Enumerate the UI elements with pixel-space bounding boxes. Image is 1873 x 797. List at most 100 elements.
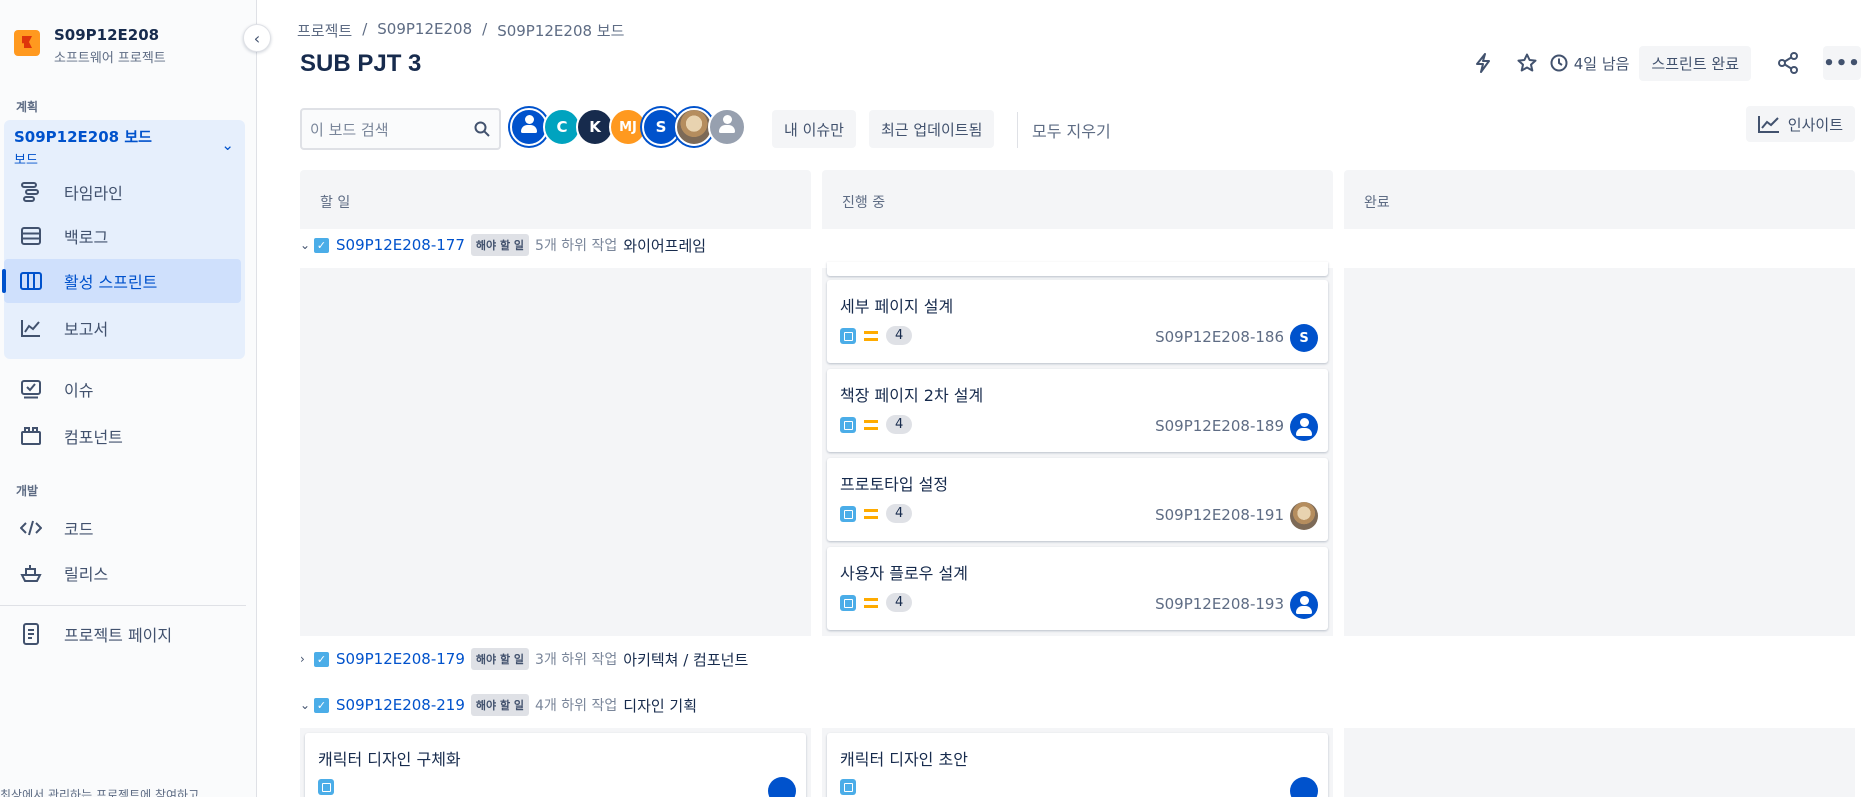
project-header[interactable]: S09P12E208 소프트웨어 프로젝트 xyxy=(14,26,166,66)
clear-filters-button[interactable]: 모두 지우기 xyxy=(1032,118,1111,142)
search-placeholder: 이 보드 검색 xyxy=(310,120,389,139)
priority-medium-icon xyxy=(864,508,878,519)
card-title: 사용자 플로우 설계 xyxy=(840,564,968,583)
reports-icon xyxy=(18,317,44,339)
chart-trend-icon xyxy=(1757,116,1779,133)
page-icon xyxy=(18,623,44,645)
issue-key[interactable]: S09P12E208-186 xyxy=(1155,328,1284,346)
board-search-input[interactable]: 이 보드 검색 xyxy=(300,108,501,150)
issue-key[interactable]: S09P12E208-189 xyxy=(1155,417,1284,435)
swimlane-header[interactable]: › ✓ S09P12E208-179 해야 할 일 3개 하위 작업 아키텍쳐 … xyxy=(300,647,748,671)
sidebar-item-backlog[interactable]: 백로그 xyxy=(4,214,241,258)
project-logo-icon xyxy=(14,30,40,56)
status-badge: 해야 할 일 xyxy=(470,648,530,670)
sidebar-item-active-sprint[interactable]: 활성 스프린트 xyxy=(2,259,241,303)
chevron-down-icon[interactable]: ⌄ xyxy=(300,238,310,252)
sidebar-item-timeline[interactable]: 타임라인 xyxy=(4,170,241,214)
column-header-in-progress: 진행 중 xyxy=(822,170,1333,229)
automation-button[interactable] xyxy=(1466,46,1500,80)
issue-card-partial[interactable] xyxy=(827,262,1328,276)
avatar[interactable] xyxy=(1290,777,1318,797)
chevron-down-icon[interactable]: ⌄ xyxy=(300,698,310,712)
recently-updated-button[interactable]: 최근 업데이트됨 xyxy=(869,110,995,148)
avatar[interactable]: S xyxy=(1290,324,1318,352)
breadcrumb-projects[interactable]: 프로젝트 xyxy=(297,20,352,41)
sidebar-item-label: 이슈 xyxy=(64,381,94,400)
clock-icon xyxy=(1550,54,1568,72)
avatar-filter[interactable] xyxy=(708,108,746,146)
time-left-label: 4일 남음 xyxy=(1573,54,1630,73)
issue-card[interactable]: 캐릭터 디자인 구체화 xyxy=(305,733,806,797)
issue-card[interactable]: 사용자 플로우 설계 4 S09P12E208-193 xyxy=(827,547,1328,630)
issue-card[interactable]: 세부 페이지 설계 4 S09P12E208-186 S xyxy=(827,280,1328,363)
sidebar-item-label: 코드 xyxy=(64,520,94,539)
complete-sprint-button[interactable]: 스프린트 완료 xyxy=(1639,45,1751,81)
status-badge: 해야 할 일 xyxy=(470,234,530,256)
issue-key[interactable]: S09P12E208-193 xyxy=(1155,595,1284,613)
project-type: 소프트웨어 프로젝트 xyxy=(54,51,166,66)
sidebar-divider xyxy=(0,605,246,606)
timeline-icon xyxy=(18,181,44,203)
star-button[interactable] xyxy=(1510,46,1544,80)
only-my-issues-button[interactable]: 내 이슈만 xyxy=(772,110,856,148)
parent-issue-summary: 아키텍쳐 / 컴포넌트 xyxy=(623,650,749,669)
board-selector[interactable]: S09P12E208 보드 보드 ⌄ xyxy=(14,126,234,168)
breadcrumb-project[interactable]: S09P12E208 xyxy=(377,20,472,41)
issue-key[interactable]: S09P12E208-191 xyxy=(1155,506,1284,524)
story-icon xyxy=(840,327,856,344)
sidebar-item-code[interactable]: 코드 xyxy=(4,506,241,550)
avatar[interactable] xyxy=(1290,413,1318,441)
issue-card[interactable]: 프로토타입 설정 4 S09P12E208-191 xyxy=(827,458,1328,541)
sidebar-footer-text: 최상에서 관리하는 프로젝트에 참여하고 xyxy=(0,788,200,797)
parent-issue-key[interactable]: S09P12E208-219 xyxy=(336,696,465,714)
sidebar-item-label: 컴포넌트 xyxy=(64,428,123,447)
insights-label: 인사이트 xyxy=(1787,115,1843,134)
sidebar-item-issues[interactable]: 이슈 xyxy=(4,367,241,411)
star-icon xyxy=(1517,53,1537,72)
sidebar-item-reports[interactable]: 보고서 xyxy=(4,306,241,350)
card-title: 프로토타입 설정 xyxy=(840,475,949,494)
sprint-time-remaining[interactable]: 4일 남음 xyxy=(1550,53,1630,74)
assignee-filter: C K MJ S xyxy=(510,108,746,146)
avatar[interactable] xyxy=(1290,502,1318,530)
sidebar-item-components[interactable]: 컴포넌트 xyxy=(4,414,241,458)
parent-issue-key[interactable]: S09P12E208-177 xyxy=(336,236,465,254)
card-title: 세부 페이지 설계 xyxy=(840,297,954,316)
story-icon xyxy=(840,594,856,611)
checkbox-icon: ✓ xyxy=(314,697,329,713)
parent-issue-key[interactable]: S09P12E208-179 xyxy=(336,650,465,668)
header-actions: 4일 남음 스프린트 완료 ••• xyxy=(1466,45,1873,81)
collapse-sidebar-button[interactable]: ‹ xyxy=(243,24,271,52)
section-label-dev: 개발 xyxy=(16,484,39,498)
priority-medium-icon xyxy=(864,597,878,608)
card-title: 책장 페이지 2차 설계 xyxy=(840,386,984,405)
breadcrumb-board[interactable]: S09P12E208 보드 xyxy=(497,20,624,41)
sidebar-item-project-page[interactable]: 프로젝트 페이지 xyxy=(4,612,241,656)
column-body-done xyxy=(1344,268,1855,636)
avatar[interactable] xyxy=(1290,591,1318,619)
backlog-icon xyxy=(18,225,44,247)
issue-card[interactable]: 책장 페이지 2차 설계 4 S09P12E208-189 xyxy=(827,369,1328,452)
column-body-todo xyxy=(300,268,811,636)
avatar[interactable] xyxy=(768,777,796,797)
column-header-done: 완료 xyxy=(1344,170,1855,229)
story-points-badge: 4 xyxy=(886,593,913,612)
chevron-right-icon[interactable]: › xyxy=(300,652,310,666)
filter-divider xyxy=(1017,112,1018,148)
more-actions-button[interactable]: ••• xyxy=(1823,46,1861,80)
card-title: 캐릭터 디자인 구체화 xyxy=(318,750,461,769)
insights-button[interactable]: 인사이트 xyxy=(1745,106,1855,142)
issue-card[interactable]: 캐릭터 디자인 초안 xyxy=(827,733,1328,797)
swimlane-header[interactable]: ⌄ ✓ S09P12E208-219 해야 할 일 4개 하위 작업 디자인 기… xyxy=(300,693,697,717)
share-button[interactable] xyxy=(1771,46,1805,80)
sidebar-item-releases[interactable]: 릴리스 xyxy=(4,551,241,595)
lightning-icon xyxy=(1475,53,1490,73)
sidebar-item-label: 타임라인 xyxy=(64,184,123,203)
story-icon xyxy=(318,779,334,795)
chevron-down-icon: ⌄ xyxy=(221,136,234,154)
breadcrumb: 프로젝트 / S09P12E208 / S09P12E208 보드 xyxy=(297,20,624,41)
breadcrumb-separator: / xyxy=(482,20,488,38)
swimlane-header[interactable]: ⌄ ✓ S09P12E208-177 해야 할 일 5개 하위 작업 와이어프레… xyxy=(300,233,706,257)
column-header-todo: 할 일 xyxy=(300,170,811,229)
sidebar-item-label: 릴리스 xyxy=(64,565,109,584)
